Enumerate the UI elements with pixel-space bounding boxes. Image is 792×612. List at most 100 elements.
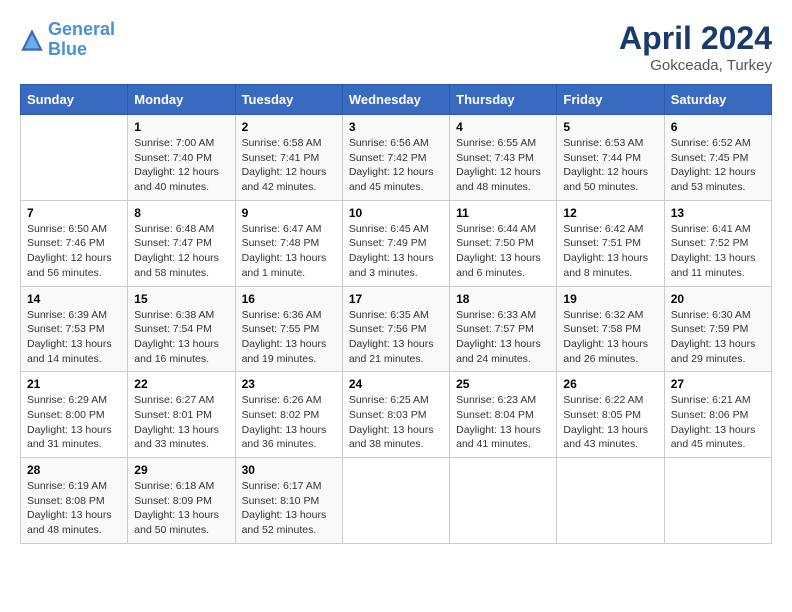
title-block: April 2024 Gokceada, Turkey	[619, 20, 772, 74]
calendar-cell	[342, 458, 449, 544]
logo-line2: Blue	[48, 39, 87, 59]
calendar-cell: 3 Sunrise: 6:56 AM Sunset: 7:42 PM Daylig…	[342, 115, 449, 201]
calendar-table: SundayMondayTuesdayWednesdayThursdayFrid…	[20, 84, 772, 544]
column-header-monday: Monday	[128, 85, 235, 115]
day-number: 2	[242, 120, 336, 134]
day-detail: Sunrise: 6:47 AM Sunset: 7:48 PM Dayligh…	[242, 222, 336, 281]
day-detail: Sunrise: 6:48 AM Sunset: 7:47 PM Dayligh…	[134, 222, 228, 281]
day-detail: Sunrise: 6:56 AM Sunset: 7:42 PM Dayligh…	[349, 136, 443, 195]
calendar-cell: 4 Sunrise: 6:55 AM Sunset: 7:43 PM Daylig…	[450, 115, 557, 201]
calendar-week-3: 14Sunrise: 6:39 AM Sunset: 7:53 PM Dayli…	[21, 286, 772, 372]
day-number: 11	[456, 206, 550, 220]
calendar-cell: 16 Sunrise: 6:36 AM Sunset: 7:55 PM Dayli…	[235, 286, 342, 372]
calendar-cell	[557, 458, 664, 544]
column-header-tuesday: Tuesday	[235, 85, 342, 115]
day-number: 4	[456, 120, 550, 134]
day-detail: Sunrise: 6:17 AM Sunset: 8:10 PM Dayligh…	[242, 479, 336, 538]
logo-icon	[20, 28, 44, 52]
calendar-cell: 12 Sunrise: 6:42 AM Sunset: 7:51 PM Dayli…	[557, 200, 664, 286]
day-number: 15	[134, 292, 228, 306]
day-detail: Sunrise: 6:58 AM Sunset: 7:41 PM Dayligh…	[242, 136, 336, 195]
calendar-cell: 23 Sunrise: 6:26 AM Sunset: 8:02 PM Dayli…	[235, 372, 342, 458]
day-number: 10	[349, 206, 443, 220]
day-detail: Sunrise: 6:30 AM Sunset: 7:59 PM Dayligh…	[671, 308, 765, 367]
day-number: 22	[134, 377, 228, 391]
day-number: 3	[349, 120, 443, 134]
day-number: 9	[242, 206, 336, 220]
calendar-cell: 2 Sunrise: 6:58 AM Sunset: 7:41 PM Daylig…	[235, 115, 342, 201]
day-detail: Sunrise: 6:29 AM Sunset: 8:00 PM Dayligh…	[27, 393, 121, 452]
calendar-cell: 1 Sunrise: 7:00 AM Sunset: 7:40 PM Daylig…	[128, 115, 235, 201]
logo-text: General Blue	[48, 20, 115, 60]
day-number: 23	[242, 377, 336, 391]
column-header-sunday: Sunday	[21, 85, 128, 115]
day-detail: Sunrise: 6:18 AM Sunset: 8:09 PM Dayligh…	[134, 479, 228, 538]
calendar-cell	[664, 458, 771, 544]
calendar-cell: 18 Sunrise: 6:33 AM Sunset: 7:57 PM Dayli…	[450, 286, 557, 372]
day-detail: Sunrise: 6:27 AM Sunset: 8:01 PM Dayligh…	[134, 393, 228, 452]
day-detail: Sunrise: 6:23 AM Sunset: 8:04 PM Dayligh…	[456, 393, 550, 452]
day-detail: Sunrise: 6:39 AM Sunset: 7:53 PM Dayligh…	[27, 308, 121, 367]
calendar-cell: 5Sunrise: 6:53 AM Sunset: 7:44 PM Daylig…	[557, 115, 664, 201]
logo: General Blue	[20, 20, 115, 60]
calendar-week-1: 1 Sunrise: 7:00 AM Sunset: 7:40 PM Daylig…	[21, 115, 772, 201]
calendar-cell: 11 Sunrise: 6:44 AM Sunset: 7:50 PM Dayli…	[450, 200, 557, 286]
calendar-cell: 21 Sunrise: 6:29 AM Sunset: 8:00 PM Dayli…	[21, 372, 128, 458]
day-detail: Sunrise: 6:21 AM Sunset: 8:06 PM Dayligh…	[671, 393, 765, 452]
day-detail: Sunrise: 6:53 AM Sunset: 7:44 PM Dayligh…	[563, 136, 657, 195]
day-detail: Sunrise: 7:00 AM Sunset: 7:40 PM Dayligh…	[134, 136, 228, 195]
day-detail: Sunrise: 6:52 AM Sunset: 7:45 PM Dayligh…	[671, 136, 765, 195]
day-detail: Sunrise: 6:35 AM Sunset: 7:56 PM Dayligh…	[349, 308, 443, 367]
calendar-cell: 9 Sunrise: 6:47 AM Sunset: 7:48 PM Daylig…	[235, 200, 342, 286]
calendar-cell: 27Sunrise: 6:21 AM Sunset: 8:06 PM Dayli…	[664, 372, 771, 458]
day-number: 30	[242, 463, 336, 477]
calendar-cell: 17 Sunrise: 6:35 AM Sunset: 7:56 PM Dayli…	[342, 286, 449, 372]
column-header-friday: Friday	[557, 85, 664, 115]
day-number: 16	[242, 292, 336, 306]
day-number: 18	[456, 292, 550, 306]
day-number: 28	[27, 463, 121, 477]
day-detail: Sunrise: 6:50 AM Sunset: 7:46 PM Dayligh…	[27, 222, 121, 281]
day-number: 29	[134, 463, 228, 477]
day-detail: Sunrise: 6:44 AM Sunset: 7:50 PM Dayligh…	[456, 222, 550, 281]
day-number: 8	[134, 206, 228, 220]
calendar-cell: 24Sunrise: 6:25 AM Sunset: 8:03 PM Dayli…	[342, 372, 449, 458]
day-number: 1	[134, 120, 228, 134]
logo-line1: General	[48, 19, 115, 39]
location-subtitle: Gokceada, Turkey	[619, 57, 772, 74]
day-detail: Sunrise: 6:45 AM Sunset: 7:49 PM Dayligh…	[349, 222, 443, 281]
day-detail: Sunrise: 6:22 AM Sunset: 8:05 PM Dayligh…	[563, 393, 657, 452]
day-number: 21	[27, 377, 121, 391]
day-detail: Sunrise: 6:42 AM Sunset: 7:51 PM Dayligh…	[563, 222, 657, 281]
calendar-cell: 8 Sunrise: 6:48 AM Sunset: 7:47 PM Daylig…	[128, 200, 235, 286]
day-number: 25	[456, 377, 550, 391]
day-detail: Sunrise: 6:26 AM Sunset: 8:02 PM Dayligh…	[242, 393, 336, 452]
day-detail: Sunrise: 6:19 AM Sunset: 8:08 PM Dayligh…	[27, 479, 121, 538]
day-detail: Sunrise: 6:33 AM Sunset: 7:57 PM Dayligh…	[456, 308, 550, 367]
day-number: 13	[671, 206, 765, 220]
column-header-saturday: Saturday	[664, 85, 771, 115]
page-header: General Blue April 2024 Gokceada, Turkey	[20, 20, 772, 74]
day-number: 26	[563, 377, 657, 391]
column-header-wednesday: Wednesday	[342, 85, 449, 115]
day-number: 19	[563, 292, 657, 306]
calendar-cell: 28 Sunrise: 6:19 AM Sunset: 8:08 PM Dayli…	[21, 458, 128, 544]
calendar-cell: 20Sunrise: 6:30 AM Sunset: 7:59 PM Dayli…	[664, 286, 771, 372]
day-number: 6	[671, 120, 765, 134]
calendar-cell	[21, 115, 128, 201]
day-detail: Sunrise: 6:36 AM Sunset: 7:55 PM Dayligh…	[242, 308, 336, 367]
day-number: 24	[349, 377, 443, 391]
day-detail: Sunrise: 6:55 AM Sunset: 7:43 PM Dayligh…	[456, 136, 550, 195]
day-detail: Sunrise: 6:38 AM Sunset: 7:54 PM Dayligh…	[134, 308, 228, 367]
day-number: 17	[349, 292, 443, 306]
calendar-week-5: 28 Sunrise: 6:19 AM Sunset: 8:08 PM Dayli…	[21, 458, 772, 544]
calendar-cell	[450, 458, 557, 544]
calendar-cell: 15 Sunrise: 6:38 AM Sunset: 7:54 PM Dayli…	[128, 286, 235, 372]
column-header-thursday: Thursday	[450, 85, 557, 115]
day-number: 12	[563, 206, 657, 220]
calendar-cell: 6 Sunrise: 6:52 AM Sunset: 7:45 PM Daylig…	[664, 115, 771, 201]
calendar-cell: 25 Sunrise: 6:23 AM Sunset: 8:04 PM Dayli…	[450, 372, 557, 458]
calendar-cell: 13Sunrise: 6:41 AM Sunset: 7:52 PM Dayli…	[664, 200, 771, 286]
calendar-week-4: 21 Sunrise: 6:29 AM Sunset: 8:00 PM Dayli…	[21, 372, 772, 458]
day-number: 7	[27, 206, 121, 220]
